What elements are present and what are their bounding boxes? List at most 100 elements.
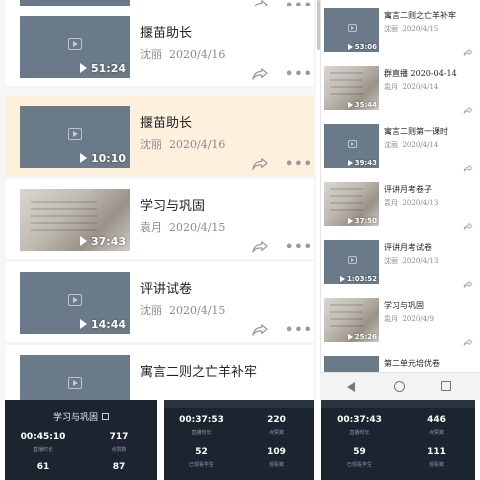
stat-value: 111 (427, 447, 446, 457)
list-item[interactable]: 1:03:52 评讲月考试卷 沈丽 2020/4/13 (321, 238, 480, 294)
share-icon[interactable] (251, 239, 269, 253)
video-thumbnail[interactable]: 39:43 (324, 124, 379, 168)
video-placeholder-icon (68, 376, 82, 389)
video-placeholder-icon (68, 127, 82, 140)
stat-value: 109 (267, 447, 286, 457)
play-icon (79, 63, 87, 73)
video-thumbnail[interactable]: 1:03:52 (324, 240, 379, 284)
play-icon (79, 236, 87, 246)
video-title[interactable]: 评讲月考卷子 (384, 184, 432, 195)
video-title[interactable]: 群直播 2020-04-14 (384, 68, 457, 79)
duration-badge: 14:44 (79, 318, 126, 331)
stat-value: 00:45:10 (20, 432, 66, 442)
video-meta: 袁月 2020/4/13 (384, 198, 438, 208)
video-thumbnail[interactable]: 14:44 (20, 272, 130, 334)
duration-badge: 37:43 (79, 235, 126, 248)
video-title[interactable]: 寓言二则第一课时 (384, 126, 448, 137)
share-icon[interactable] (463, 100, 473, 114)
stat-value: 220 (267, 415, 286, 425)
video-title[interactable]: 评讲试卷 (140, 278, 192, 297)
stat-label: 直播时长 (32, 447, 53, 453)
video-thumbnail[interactable]: 35:44 (324, 66, 379, 110)
list-item[interactable]: 53:06 寓言二则之亡羊补牢 沈丽 2020/4/15 (321, 6, 480, 62)
duration-text: 37:43 (90, 235, 126, 248)
stat-value: 446 (427, 415, 446, 425)
stat-label: 已观看学生 (346, 462, 372, 468)
share-icon[interactable] (463, 42, 473, 56)
video-title[interactable]: 寓言二则之亡羊补牢 (384, 10, 456, 21)
play-icon (347, 334, 353, 340)
video-meta: 袁月 2020/4/15 (140, 219, 225, 235)
video-thumbnail[interactable]: 37:50 (324, 182, 379, 226)
duration-text: 51:24 (90, 62, 126, 75)
video-title[interactable]: 寓言二则之亡羊补牢 (140, 361, 257, 380)
stats-cards: 学习与巩固 00:45:10 直播时长 717 点赞数 61 87 00:37:53 直播时长 2… (0, 400, 480, 480)
video-thumbnail[interactable]: 37:43 (20, 189, 130, 251)
stat-label: 点赞数 (428, 430, 444, 436)
stats-card: 学习与巩固 00:45:10 直播时长 717 点赞数 61 87 (5, 400, 157, 480)
share-icon[interactable] (463, 216, 473, 230)
list-item[interactable]: 25:26 学习与巩固 袁月 2020/4/9 (321, 296, 480, 352)
duration-badge: 53:06 (347, 43, 377, 51)
list-item[interactable]: 39:43 寓言二则第一课时 沈丽 2020/4/14 (321, 122, 480, 178)
meta-spacer (162, 221, 169, 234)
video-title[interactable]: 第二单元培优卷 (384, 358, 440, 369)
list-item[interactable]: 14:44 评讲试卷 沈丽 2020/4/15 ••• (6, 262, 314, 342)
author-name: 沈丽 (384, 25, 398, 33)
duration-text: 37:50 (354, 217, 377, 225)
share-icon[interactable] (251, 66, 269, 80)
video-title[interactable]: 揠苗助长 (140, 22, 192, 41)
stat-label: 点赞数 (268, 430, 284, 436)
share-icon[interactable] (463, 332, 473, 346)
more-icon[interactable]: ••• (285, 324, 313, 337)
list-item[interactable]: 10:10 揠苗助长 沈丽 2020/4/16 ••• (6, 96, 314, 176)
more-icon[interactable]: ••• (285, 241, 313, 254)
author-name: 沈丽 (384, 141, 398, 149)
stat-value: 00:37:43 (337, 415, 382, 425)
recents-icon[interactable] (441, 381, 451, 391)
video-meta: 沈丽 2020/4/16 (140, 46, 225, 62)
video-thumbnail[interactable]: 25:26 (324, 298, 379, 342)
share-icon[interactable] (251, 156, 269, 170)
video-placeholder-icon (68, 37, 82, 50)
duration-text: 53:06 (354, 43, 377, 51)
list-item[interactable]: 51:24 揠苗助长沈丽 2020/4/16 ••• (6, 6, 314, 86)
video-thumbnail[interactable]: 10:10 (20, 106, 130, 168)
stat-value: 59 (353, 447, 366, 457)
play-icon (79, 319, 87, 329)
share-icon[interactable] (251, 322, 269, 336)
video-thumbnail[interactable]: 51:24 (20, 16, 130, 78)
video-title[interactable]: 学习与巩固 (140, 195, 205, 214)
video-meta: 袁月 2020/4/14 (384, 82, 438, 92)
duration-text: 14:44 (90, 318, 126, 331)
more-icon[interactable]: ••• (285, 158, 313, 171)
duration-text: 1:03:52 (347, 275, 377, 283)
author-name: 袁月 (384, 83, 398, 91)
video-thumbnail[interactable]: 53:06 (324, 8, 379, 52)
list-item[interactable]: 35:44 群直播 2020-04-14 袁月 2020/4/14 (321, 64, 480, 120)
video-title[interactable]: 学习与巩固 (384, 300, 424, 311)
edit-icon[interactable] (102, 413, 109, 420)
upload-date: 2020/4/16 (169, 48, 226, 61)
more-icon[interactable]: ••• (285, 68, 313, 81)
author-name: 袁月 (384, 199, 398, 207)
author-name: 袁月 (140, 221, 162, 234)
stat-label: 观看数 (428, 462, 444, 468)
home-icon[interactable] (394, 381, 405, 392)
video-title[interactable]: 评讲月考试卷 (384, 242, 432, 253)
stat-label: 已观看学生 (188, 462, 214, 468)
author-name: 沈丽 (384, 257, 398, 265)
upload-date: 2020/4/13 (402, 199, 439, 207)
stat-label: 观看数 (268, 462, 284, 468)
back-icon[interactable] (347, 382, 355, 392)
video-title[interactable]: 揠苗助长 (140, 112, 192, 131)
play-icon (79, 153, 87, 163)
video-placeholder-icon (347, 255, 357, 264)
list-item[interactable]: 37:50 评讲月考卷子 袁月 2020/4/13 (321, 180, 480, 236)
share-icon[interactable] (463, 158, 473, 172)
video-meta: 沈丽 2020/4/15 (384, 24, 438, 34)
author-name: 沈丽 (140, 138, 162, 151)
share-icon[interactable] (463, 274, 473, 288)
upload-date: 2020/4/14 (402, 141, 439, 149)
list-item[interactable]: 37:43 学习与巩固袁月 2020/4/15 ••• (6, 179, 314, 259)
